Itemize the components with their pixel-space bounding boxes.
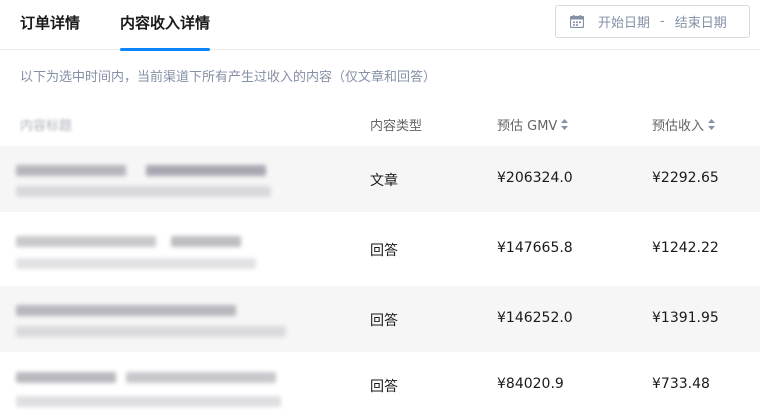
column-header-title: 内容标题 <box>20 119 73 134</box>
table-row[interactable]: 回答 ¥147665.8 ¥1242.22 <box>0 216 760 282</box>
date-range-picker[interactable]: 开始日期 - 结束日期 <box>555 5 750 38</box>
blurred-content-title[interactable] <box>16 300 286 344</box>
table-row[interactable]: 回答 ¥146252.0 ¥1391.95 <box>0 286 760 352</box>
blurred-content-title[interactable] <box>16 230 286 274</box>
column-header-type: 内容类型 <box>370 119 423 134</box>
column-header-income-label: 预估收入 <box>652 119 705 134</box>
content-type: 文章 <box>370 173 398 189</box>
date-separator: - <box>660 14 665 29</box>
page-description: 以下为选中时间内，当前渠道下所有产生过收入的内容（仅文章和回答） <box>20 70 437 85</box>
estimated-income: ¥733.48 <box>652 376 710 392</box>
blurred-content-title[interactable] <box>16 160 286 204</box>
estimated-gmv: ¥84020.9 <box>497 376 564 392</box>
content-type: 回答 <box>370 243 398 259</box>
end-date-field[interactable]: 结束日期 <box>675 12 727 31</box>
content-type: 回答 <box>370 313 398 329</box>
estimated-gmv: ¥146252.0 <box>497 310 573 326</box>
tab-content-income-details[interactable]: 内容收入详情 <box>120 12 211 51</box>
column-header-income[interactable]: 预估收入 <box>652 115 716 134</box>
estimated-income: ¥1242.22 <box>652 240 719 256</box>
calendar-icon <box>570 15 584 28</box>
estimated-income: ¥1391.95 <box>652 310 719 326</box>
column-header-gmv[interactable]: 预估 GMV <box>497 115 569 134</box>
top-bar: 订单详情 内容收入详情 开始日期 - 结束日期 <box>0 0 760 51</box>
blurred-content-title[interactable] <box>16 366 286 410</box>
start-date-field[interactable]: 开始日期 <box>598 12 650 31</box>
sort-icon[interactable] <box>708 119 716 130</box>
table-header: 内容标题 内容类型 预估 GMV 预估收入 <box>0 100 760 146</box>
estimated-gmv: ¥206324.0 <box>497 170 573 186</box>
table-row[interactable]: 文章 ¥206324.0 ¥2292.65 <box>0 146 760 212</box>
estimated-income: ¥2292.65 <box>652 170 719 186</box>
tab-order-details[interactable]: 订单详情 <box>20 12 80 50</box>
sort-icon[interactable] <box>561 119 569 130</box>
table-row[interactable]: 回答 ¥84020.9 ¥733.48 <box>0 352 760 418</box>
estimated-gmv: ¥147665.8 <box>497 240 573 256</box>
column-header-gmv-label: 预估 GMV <box>497 119 558 134</box>
content-type: 回答 <box>370 379 398 395</box>
